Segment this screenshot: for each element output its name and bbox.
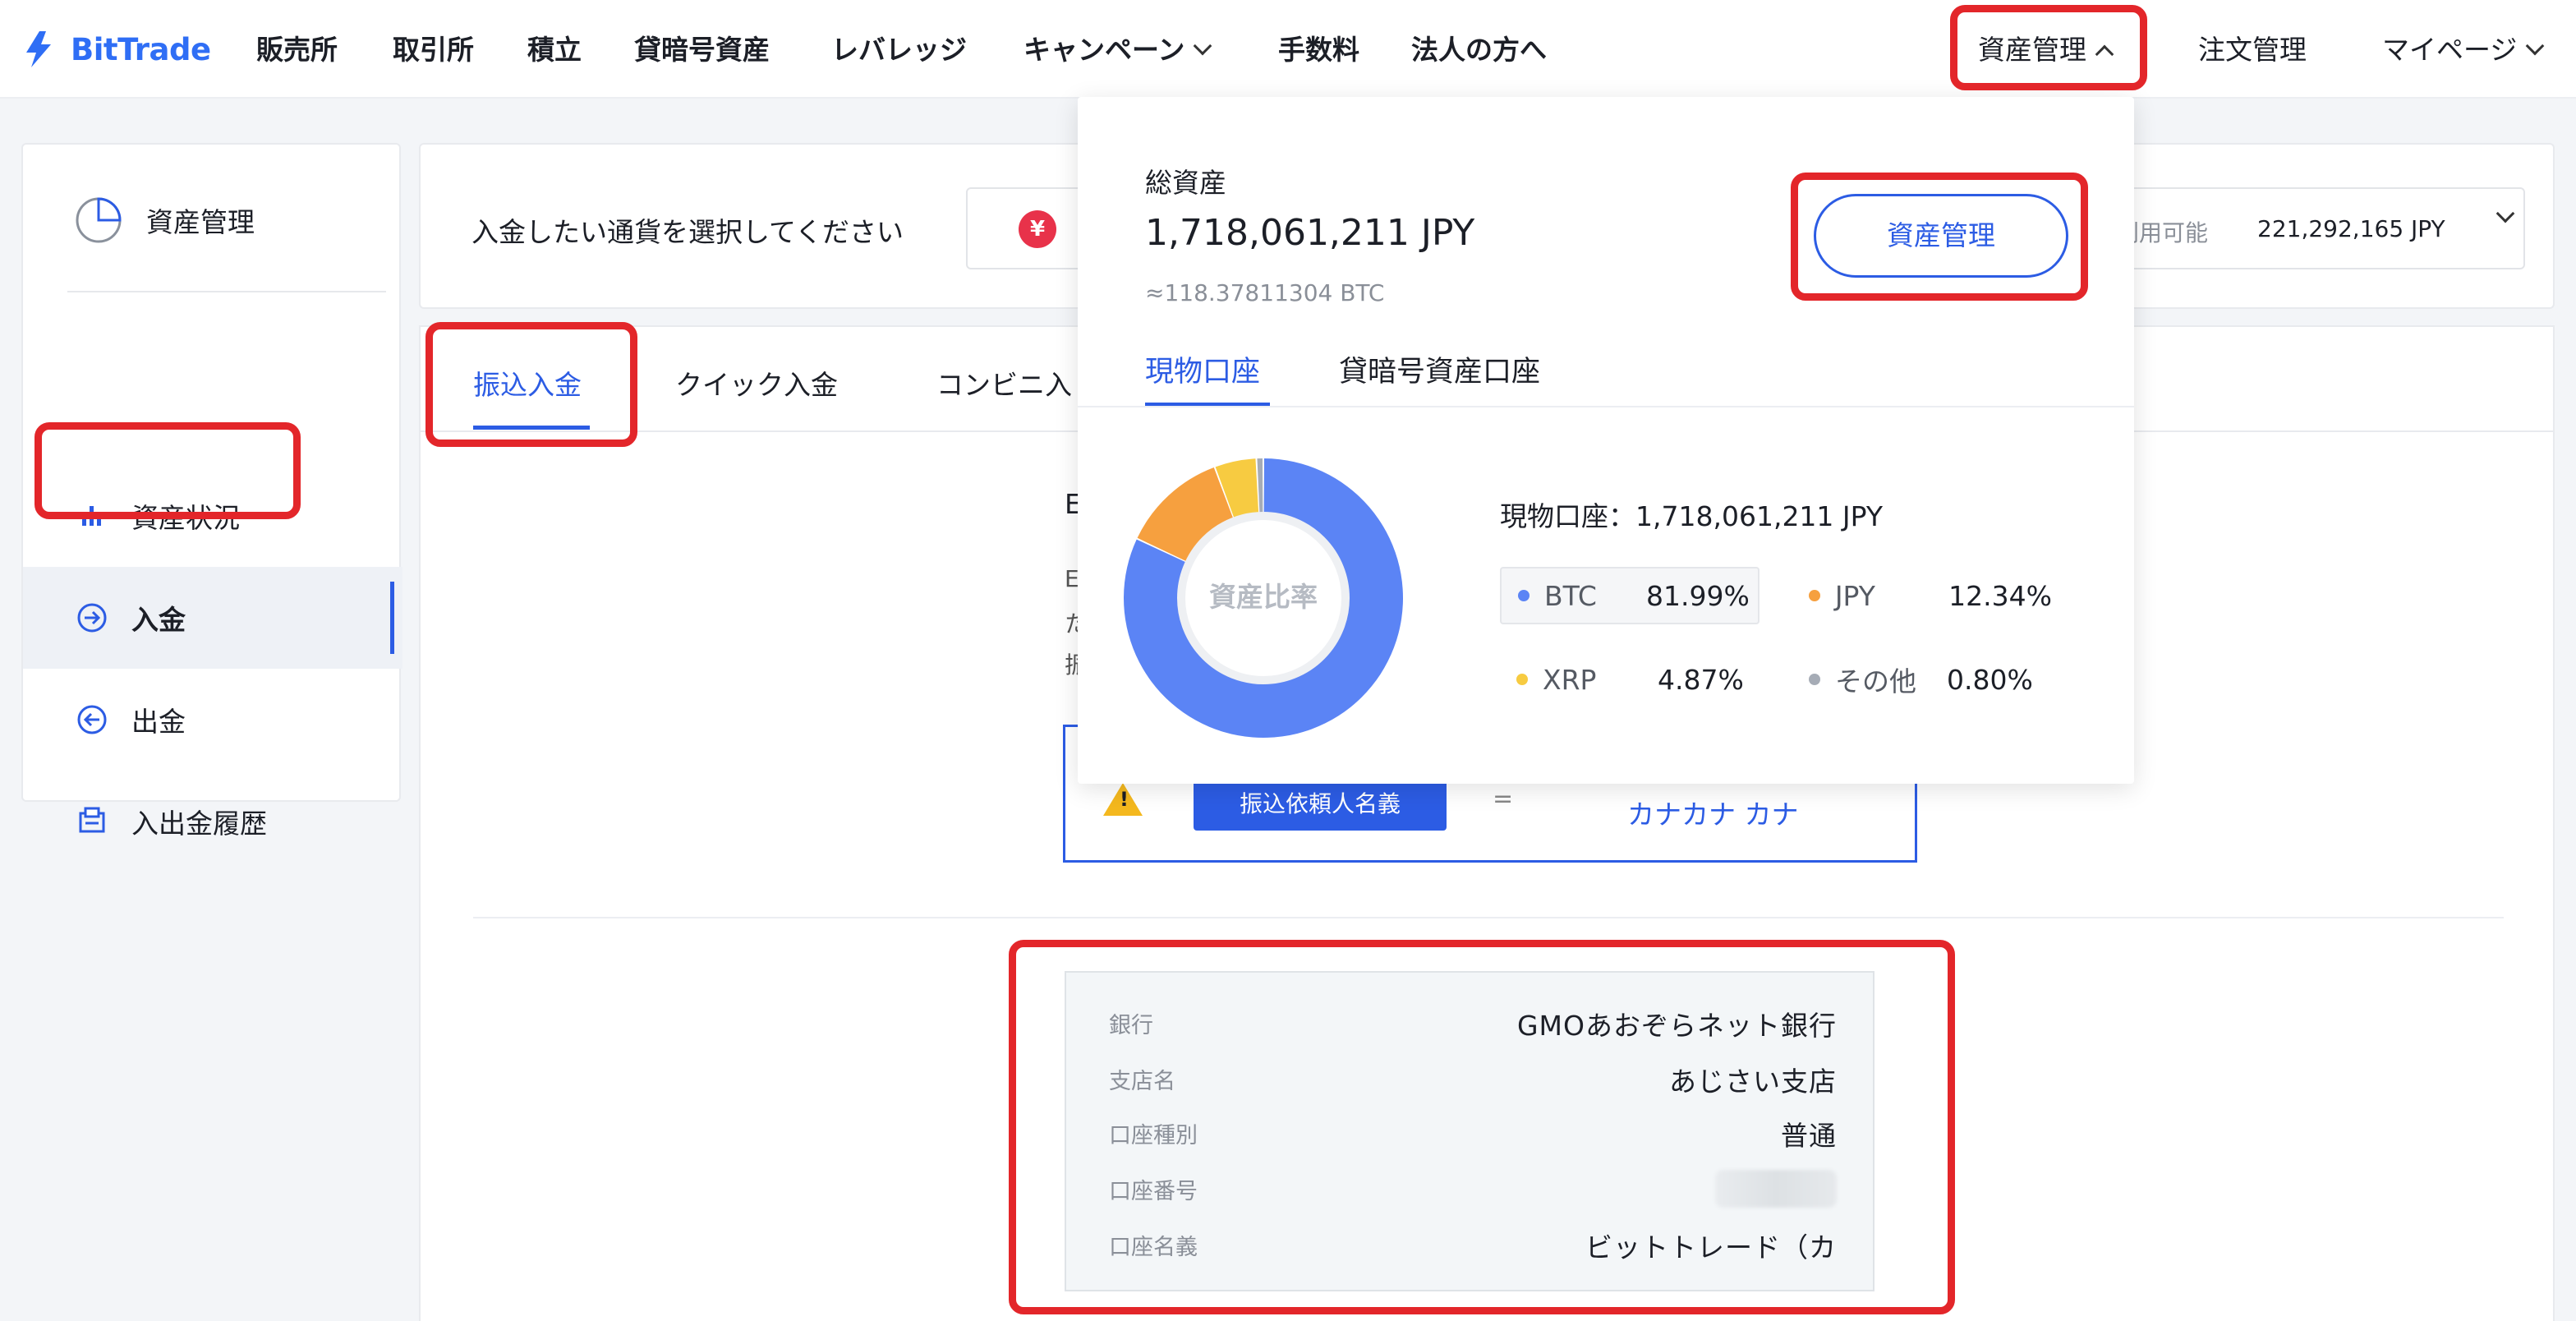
equals-sign: = bbox=[1493, 785, 1514, 813]
chevron-down-icon bbox=[2526, 36, 2545, 56]
tab-bank-transfer[interactable]: 振込入金 bbox=[473, 363, 582, 403]
nav-mypage-label: マイページ bbox=[2382, 34, 2518, 66]
sidebar-item-label: 出金 bbox=[131, 706, 186, 738]
history-icon bbox=[76, 805, 108, 838]
spot-account-total: 現物口座：1,718,061,211 JPY bbox=[1500, 500, 1883, 532]
nav-hanbaijo[interactable]: 販売所 bbox=[256, 28, 338, 67]
sidebar-item-label: 資産状況 bbox=[131, 502, 240, 534]
legend-name: BTC bbox=[1544, 579, 1597, 612]
asset-management-dropdown: 総資産 1,718,061,211 JPY ≈118.37811304 BTC … bbox=[1078, 97, 2134, 784]
bank-value[interactable]: GMOあおぞらネット銀行 bbox=[1517, 1004, 1837, 1043]
nav-asset-management[interactable]: 資産管理 bbox=[1978, 28, 2114, 67]
chevron-down-icon bbox=[1194, 36, 1212, 56]
bank-row-bank: 銀行 GMOあおぞらネット銀行 bbox=[1109, 1004, 1837, 1042]
deposit-arrow-icon bbox=[76, 601, 108, 634]
pie-chart-icon bbox=[76, 197, 122, 243]
sidebar-item-withdraw[interactable]: 出金 bbox=[23, 669, 402, 771]
legend-item-jpy[interactable]: JPY 12.34% bbox=[1792, 567, 2052, 624]
legend-name: その他 bbox=[1835, 665, 1916, 697]
bar-chart-icon bbox=[76, 499, 108, 532]
tab-quick-deposit[interactable]: クイック入金 bbox=[675, 363, 838, 403]
sidebar-header: 資産管理 bbox=[74, 196, 255, 245]
brand-name: BitTrade bbox=[71, 31, 211, 67]
chevron-up-icon bbox=[2095, 44, 2114, 64]
chevron-down-icon bbox=[2487, 204, 2515, 230]
total-assets-btc: ≈118.37811304 BTC bbox=[1145, 279, 1385, 306]
asset-ratio-donut-chart: 資産比率 bbox=[1124, 458, 1403, 738]
sidebar-divider bbox=[67, 291, 386, 292]
nav-campaign[interactable]: キャンペーン bbox=[1024, 28, 1212, 67]
nav-leverage[interactable]: レバレッジ bbox=[831, 28, 967, 67]
nav-tsumitate[interactable]: 積立 bbox=[527, 28, 582, 67]
redacted-account-number bbox=[1715, 1170, 1837, 1208]
sidebar-item-label: 入金 bbox=[131, 604, 186, 636]
legend-percent: 81.99% bbox=[1646, 579, 1750, 612]
tabs-divider bbox=[1078, 406, 2134, 407]
bittrade-logo-icon bbox=[26, 31, 51, 67]
legend-dot bbox=[1809, 590, 1820, 601]
sidebar-item-deposit[interactable]: 入金 bbox=[23, 567, 402, 669]
legend-percent: 12.34% bbox=[1948, 579, 2052, 612]
bank-label: 口座番号 bbox=[1109, 1179, 1198, 1204]
nav-torihikijo[interactable]: 取引所 bbox=[393, 28, 474, 67]
yen-icon: ¥ bbox=[1019, 210, 1056, 248]
legend-percent: 0.80% bbox=[1947, 663, 2033, 696]
bank-row-account-holder: 口座名義 ビットトレード（カ bbox=[1109, 1226, 1837, 1263]
tab-convenience-store[interactable]: コンビニ入 bbox=[936, 363, 1072, 403]
legend-percent: 4.87% bbox=[1658, 663, 1744, 696]
bank-account-info: 銀行 GMOあおぞらネット銀行 支店名 あじさい支店 口座種別 普通 口座番号 … bbox=[1065, 971, 1874, 1291]
tab-active-underline bbox=[473, 426, 590, 430]
nav-mypage[interactable]: マイページ bbox=[2382, 28, 2545, 67]
nav-order-management[interactable]: 注文管理 bbox=[2198, 28, 2307, 67]
bank-value[interactable]: 普通 bbox=[1781, 1114, 1837, 1153]
legend-name: JPY bbox=[1834, 579, 1875, 612]
bank-row-account-type: 口座種別 普通 bbox=[1109, 1114, 1837, 1152]
top-navigation: BitTrade 販売所 取引所 積立 貸暗号資産 レバレッジ キャンペーン 手… bbox=[0, 0, 2576, 99]
asset-management-button[interactable]: 資産管理 bbox=[1814, 194, 2068, 278]
sidebar-item-status[interactable]: 資産状況 bbox=[23, 465, 402, 567]
legend-item-other[interactable]: その他 0.80% bbox=[1792, 651, 2052, 708]
bank-label: 口座種別 bbox=[1109, 1123, 1198, 1148]
currency-select-label: 入金したい通貨を選択してください bbox=[472, 216, 904, 248]
transfer-name-badge: 振込依頼人名義 bbox=[1194, 778, 1447, 831]
legend-item-xrp[interactable]: XRP 4.87% bbox=[1500, 651, 1760, 708]
section-divider bbox=[473, 917, 2504, 918]
bank-value[interactable]: あじさい支店 bbox=[1669, 1060, 1837, 1099]
available-balance-selector[interactable]: 利用可能 221,292,165 JPY bbox=[2096, 187, 2525, 269]
legend-dot bbox=[1518, 590, 1530, 601]
bank-row-account-number: 口座番号 bbox=[1109, 1170, 1837, 1208]
nav-corporate[interactable]: 法人の方へ bbox=[1411, 28, 1547, 67]
available-value: 221,292,165 JPY bbox=[2257, 215, 2445, 242]
bank-value[interactable]: ビットトレード（カ bbox=[1585, 1226, 1837, 1265]
sidebar-item-label: 入出金履歴 bbox=[131, 808, 267, 840]
legend-item-btc[interactable]: BTC 81.99% bbox=[1500, 567, 1760, 624]
legend-name: XRP bbox=[1543, 663, 1597, 696]
nav-fees[interactable]: 手数料 bbox=[1278, 28, 1359, 67]
legend-dot bbox=[1516, 674, 1528, 685]
sidebar-header-label: 資産管理 bbox=[146, 206, 255, 238]
bank-label: 口座名義 bbox=[1109, 1235, 1198, 1260]
sidebar-item-history[interactable]: 入出金履歴 bbox=[23, 771, 402, 872]
bank-label: 支店名 bbox=[1109, 1069, 1175, 1094]
total-assets-label: 総資産 bbox=[1145, 167, 1226, 199]
tab-spot-account[interactable]: 現物口座 bbox=[1145, 348, 1260, 390]
bittrade-logo[interactable]: BitTrade bbox=[18, 23, 211, 76]
nav-lending[interactable]: 貸暗号資産 bbox=[634, 28, 770, 67]
legend-dot bbox=[1809, 674, 1820, 685]
bank-row-branch: 支店名 あじさい支店 bbox=[1109, 1060, 1837, 1098]
nav-campaign-label: キャンペーン bbox=[1024, 34, 1185, 66]
bank-label: 銀行 bbox=[1109, 1013, 1153, 1038]
active-indicator bbox=[390, 582, 394, 654]
total-assets-value: 1,718,061,211 JPY bbox=[1145, 212, 1475, 254]
withdraw-arrow-icon bbox=[76, 703, 108, 736]
transfer-name-value: カナカナ カナ bbox=[1627, 799, 1799, 831]
sidebar: 資産管理 資産状況 入金 出金 入出金履歴 bbox=[21, 143, 402, 840]
nav-asset-management-label: 資産管理 bbox=[1978, 34, 2086, 66]
donut-center-label: 資産比率 bbox=[1209, 581, 1318, 613]
tab-lending-account[interactable]: 貸暗号資産口座 bbox=[1339, 348, 1540, 390]
